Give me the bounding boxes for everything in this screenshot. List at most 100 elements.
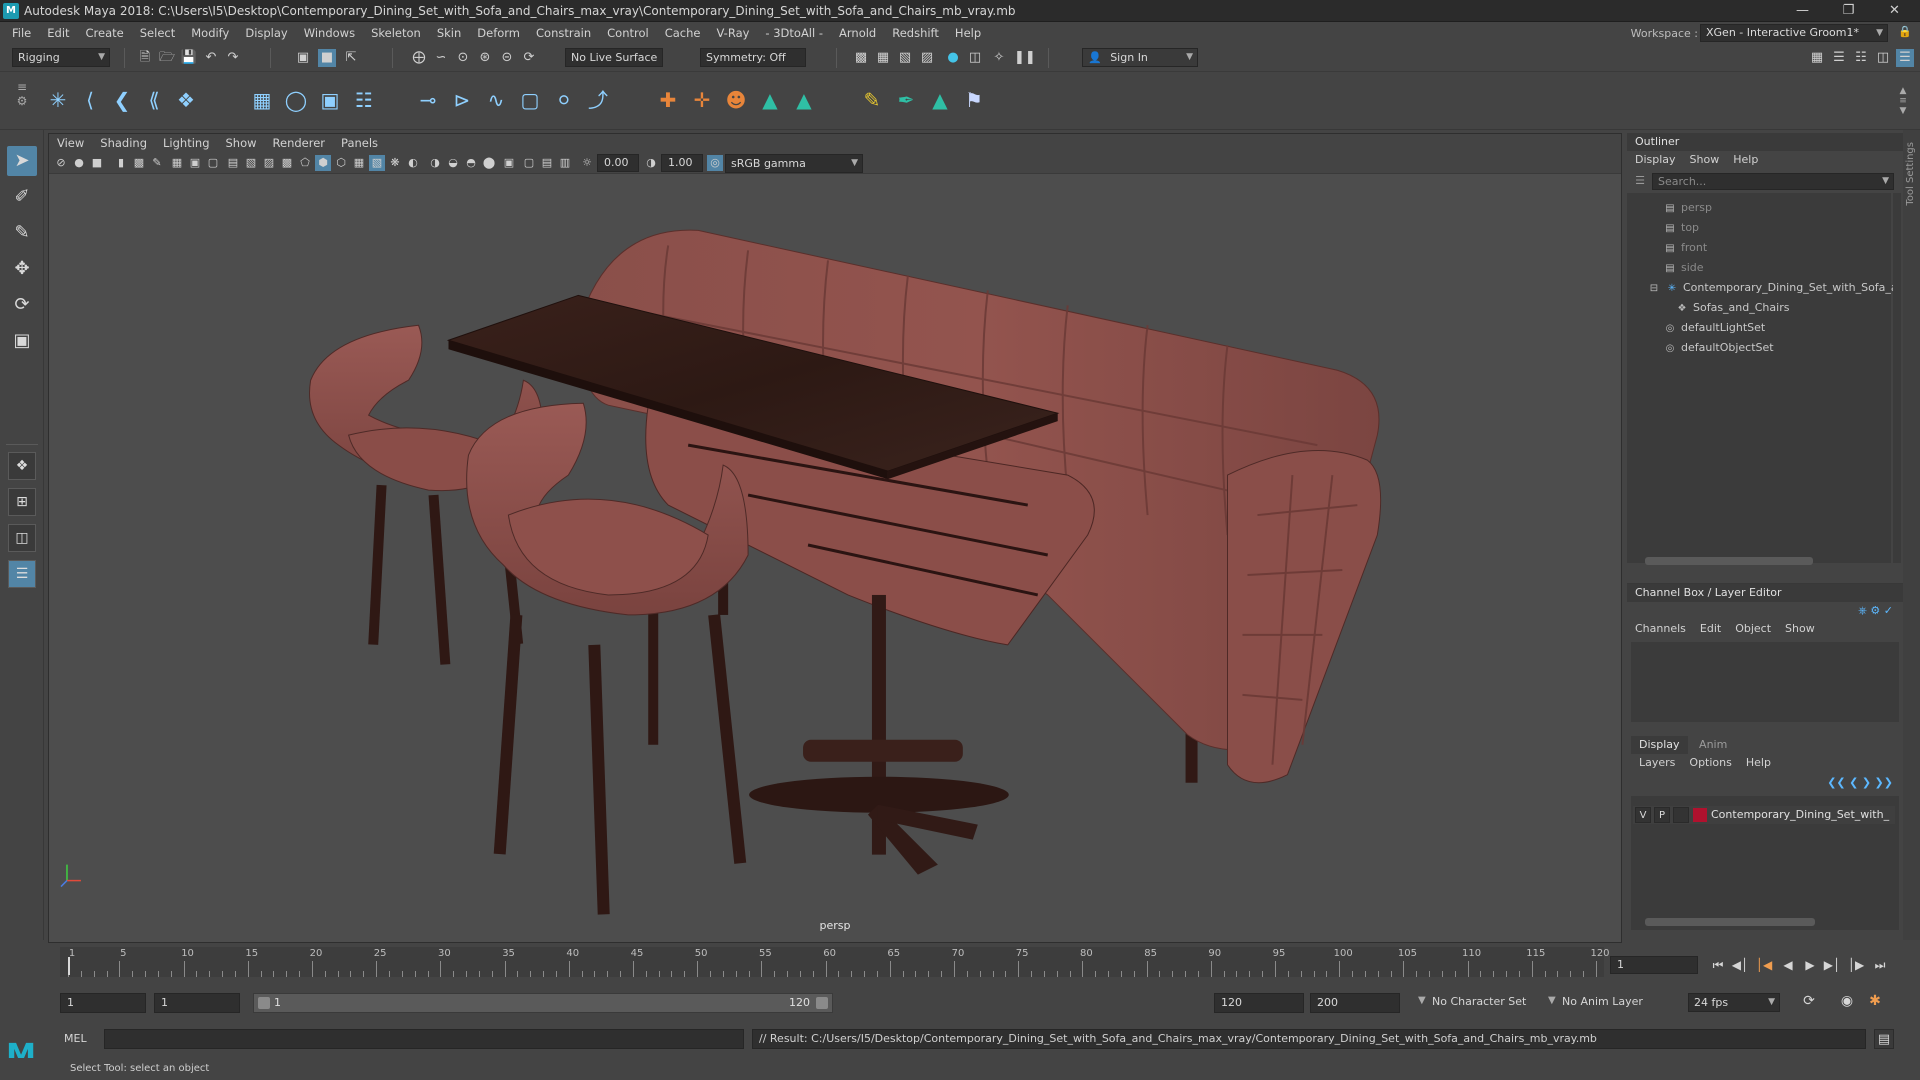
wrap-icon[interactable]: ∿	[482, 86, 510, 114]
animation-preferences-icon[interactable]: ✱	[1866, 993, 1884, 1011]
channel-box-menu-channels[interactable]: Channels	[1635, 622, 1686, 635]
viewport-menu-show[interactable]: Show	[218, 134, 265, 152]
collapse-icon[interactable]: ⊟	[1647, 280, 1661, 298]
isolate-select-icon[interactable]: ▣	[501, 155, 517, 171]
new-scene-icon[interactable]: 🗎	[136, 49, 154, 67]
select-component-icon[interactable]: ⇱	[342, 49, 360, 67]
ik-handle-icon[interactable]: ⟨	[76, 86, 104, 114]
blendshape-icon[interactable]: ⊳	[448, 86, 476, 114]
xray-active-icon[interactable]: ▤	[539, 155, 555, 171]
outliner-item-lightset[interactable]: ◎ defaultLightSet	[1663, 319, 1766, 337]
smooth-shade-icon[interactable]: ⬢	[315, 155, 331, 171]
pose-editor-icon[interactable]: ⚑	[960, 86, 988, 114]
select-hierarchy-icon[interactable]: ▣	[294, 49, 312, 67]
sculpt-icon[interactable]: ⚪	[550, 86, 578, 114]
pause-viewport-icon[interactable]: ❚❚	[1014, 49, 1036, 67]
single-perspective-layout-icon[interactable]: ❖	[8, 452, 36, 480]
menu-3dtoall[interactable]: - 3DtoAll -	[757, 22, 831, 44]
tool-settings-icon[interactable]: ☷	[1852, 49, 1870, 67]
menu-skeleton[interactable]: Skeleton	[363, 22, 429, 44]
loop-icon[interactable]: ⟳	[1800, 993, 1818, 1011]
paint-skin-icon[interactable]: ✒	[892, 86, 920, 114]
shaded-wireframe-icon[interactable]: ⬡	[333, 155, 349, 171]
command-input[interactable]	[104, 1029, 744, 1049]
bookmark-icon[interactable]: ■	[89, 155, 105, 171]
menu-vray[interactable]: V-Ray	[708, 22, 757, 44]
outliner-search-input[interactable]: Search... ▼	[1652, 173, 1894, 190]
ambient-occlusion-icon[interactable]: ◑	[427, 155, 443, 171]
move-tool-icon[interactable]: ✥	[7, 254, 37, 284]
wireframe-icon[interactable]: ⬠	[297, 155, 313, 171]
motion-blur-icon[interactable]: ◒	[445, 155, 461, 171]
snap-surface-icon[interactable]: ⊝	[498, 49, 516, 67]
menu-set-dropdown[interactable]: Rigging ▼	[12, 48, 110, 67]
step-back-frame-icon[interactable]: ◀│	[1730, 955, 1750, 975]
outliner-item-front[interactable]: ▤ front	[1663, 239, 1707, 257]
shelf-scroll-icon[interactable]: ▲ ≡ ▼	[1896, 86, 1910, 116]
orient-joint-icon[interactable]: ❖	[172, 86, 200, 114]
exposure-field[interactable]: 0.00	[597, 154, 639, 172]
menu-help[interactable]: Help	[947, 22, 989, 44]
character-set-menu-icon[interactable]: ▼	[1418, 995, 1426, 1006]
attribute-editor-icon[interactable]: ☰	[1830, 49, 1848, 67]
current-time-indicator[interactable]	[68, 957, 70, 975]
menu-redshift[interactable]: Redshift	[884, 22, 947, 44]
menu-cache[interactable]: Cache	[657, 22, 709, 44]
hik-source-icon[interactable]: ▲	[926, 86, 954, 114]
point-constraint-icon[interactable]: ✚	[654, 86, 682, 114]
range-end-handle[interactable]	[816, 997, 828, 1009]
light-editor-icon[interactable]: ✧	[990, 49, 1008, 67]
playback-end-field[interactable]: 120	[1214, 993, 1304, 1013]
two-d-pan-icon[interactable]: ▩	[131, 155, 147, 171]
symmetry-dropdown[interactable]: Symmetry: Off	[700, 48, 806, 67]
outliner-vertical-scrollbar[interactable]	[1893, 193, 1901, 563]
lasso-tool-icon[interactable]: ✐	[7, 182, 37, 212]
channel-box-menu-object[interactable]: Object	[1735, 622, 1771, 635]
skin-weight-icon[interactable]: ✎	[858, 86, 886, 114]
menu-windows[interactable]: Windows	[296, 22, 363, 44]
menu-display[interactable]: Display	[237, 22, 295, 44]
menu-constrain[interactable]: Constrain	[528, 22, 599, 44]
animation-end-field[interactable]: 200	[1310, 993, 1400, 1013]
use-lights-icon[interactable]: ▧	[369, 155, 385, 171]
render-view-icon[interactable]: ▩	[852, 49, 870, 67]
viewport-panel[interactable]: View Shading Lighting Show Renderer Pane…	[48, 133, 1622, 943]
sign-in-dropdown[interactable]: 👤 Sign In ▼	[1082, 48, 1198, 67]
viewport-3d-scene[interactable]	[49, 175, 1621, 944]
restore-icon[interactable]: ❐	[1826, 0, 1871, 22]
outliner-layout-icon[interactable]: ☰	[8, 560, 36, 588]
resolution-gate-icon[interactable]: ▢	[205, 155, 221, 171]
live-surface-dropdown[interactable]: No Live Surface	[565, 48, 663, 67]
hud-icon[interactable]: ▥	[557, 155, 573, 171]
viewport-menu-shading[interactable]: Shading	[92, 134, 155, 152]
layer-horizontal-scrollbar[interactable]	[1645, 918, 1815, 926]
shadows-icon[interactable]: ❋	[387, 155, 403, 171]
layer-menu-layers[interactable]: Layers	[1639, 756, 1675, 769]
camera-select-icon[interactable]: ⊘	[53, 155, 69, 171]
outliner-item-top[interactable]: ▤ top	[1663, 219, 1699, 237]
outliner-menu-show[interactable]: Show	[1690, 151, 1720, 169]
depth-of-field-icon[interactable]: ⬤	[481, 155, 497, 171]
xray-joints-icon[interactable]: ▢	[521, 155, 537, 171]
open-scene-icon[interactable]: 🗁	[158, 49, 176, 67]
script-editor-icon[interactable]: ▤	[1874, 1029, 1894, 1049]
fps-dropdown[interactable]: 24 fps ▼	[1688, 993, 1780, 1012]
grease-pencil-icon[interactable]: ✎	[149, 155, 165, 171]
create-joint-icon[interactable]: ✳	[44, 86, 72, 114]
safe-action-icon[interactable]: ▨	[261, 155, 277, 171]
outliner-item-mesh[interactable]: ❖ Sofas_and_Chairs	[1675, 299, 1790, 317]
menu-control[interactable]: Control	[599, 22, 657, 44]
render-setup-icon[interactable]: ◫	[966, 49, 984, 67]
script-language-toggle[interactable]: MEL	[64, 1029, 104, 1049]
ipr-render-icon[interactable]: ▧	[896, 49, 914, 67]
snap-live-icon[interactable]: ⟳	[520, 49, 538, 67]
layer-type-toggle[interactable]	[1673, 807, 1689, 823]
anti-aliasing-icon[interactable]: ◓	[463, 155, 479, 171]
channel-box-menu-show[interactable]: Show	[1785, 622, 1815, 635]
render-current-icon[interactable]: ▦	[874, 49, 892, 67]
range-start-handle[interactable]	[258, 997, 270, 1009]
cluster-icon[interactable]: ⊸	[414, 86, 442, 114]
outliner-item-persp[interactable]: ▤ persp	[1663, 199, 1712, 217]
step-forward-frame-icon[interactable]: │▶	[1846, 955, 1866, 975]
human-ik-icon[interactable]: ☻	[722, 86, 750, 114]
